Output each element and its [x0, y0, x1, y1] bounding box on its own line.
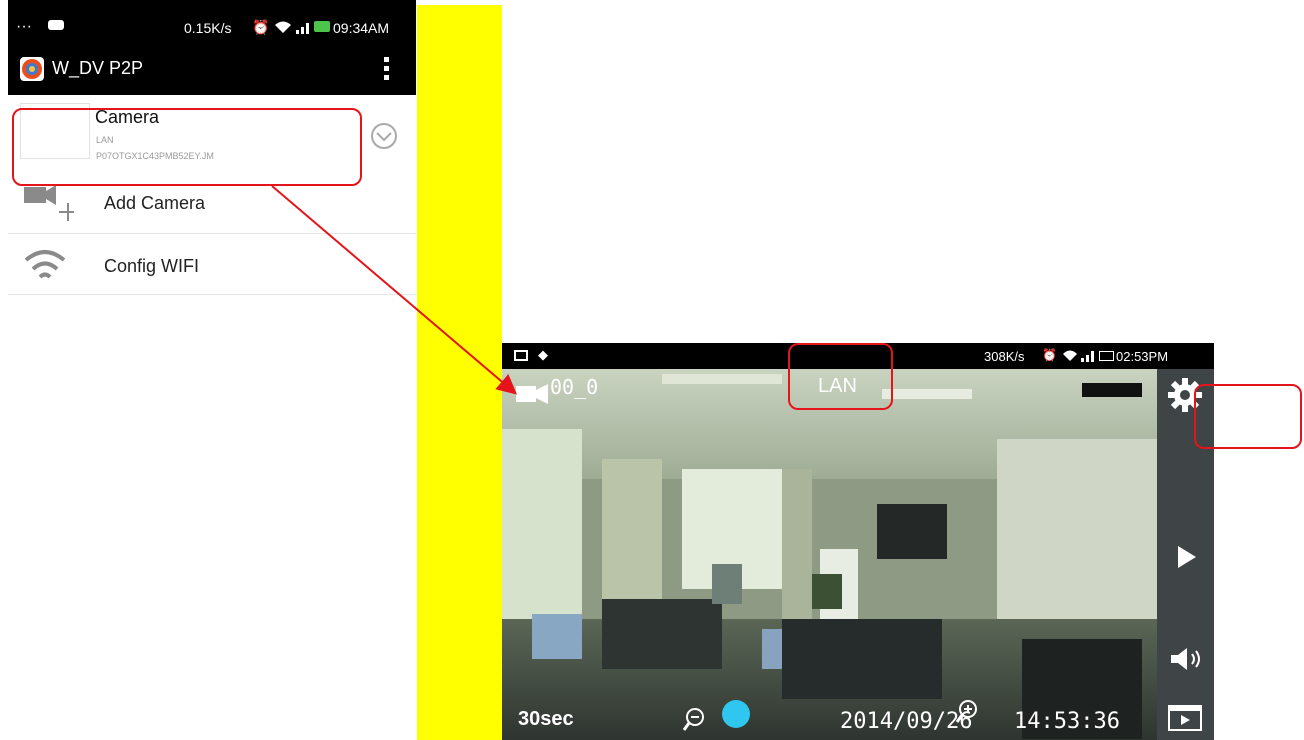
connector-arrow [271, 185, 518, 395]
